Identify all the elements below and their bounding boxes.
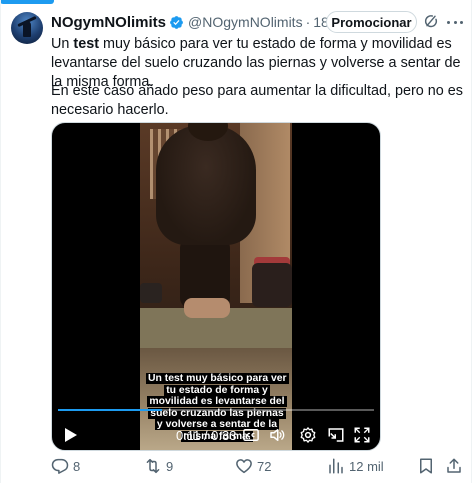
avatar[interactable]	[11, 12, 43, 44]
left-border	[0, 0, 1, 483]
captions-icon[interactable]	[242, 426, 260, 444]
like-action[interactable]: 72	[235, 456, 271, 476]
video-progress-bar[interactable]	[58, 409, 374, 411]
views-count: 12 mil	[349, 458, 384, 474]
pip-icon[interactable]	[327, 426, 345, 444]
video-person-feet	[184, 298, 230, 318]
bookmark-icon	[420, 458, 432, 474]
repost-icon	[146, 458, 160, 474]
reply-icon	[51, 458, 69, 474]
verified-badge-icon[interactable]	[169, 15, 184, 30]
video-dumbbell	[140, 283, 162, 303]
bookmark-action[interactable]	[417, 456, 439, 476]
views-chart-icon	[329, 458, 343, 474]
display-name[interactable]: NOgymNOlimits	[51, 14, 166, 31]
share-icon	[447, 458, 461, 473]
video-time: 0:11 / 0:33	[176, 428, 237, 443]
more-dot	[460, 20, 463, 24]
repost-action[interactable]: 9	[144, 456, 173, 476]
share-action[interactable]	[445, 456, 467, 476]
repost-count: 9	[166, 458, 174, 474]
tweet-actions: 8 9 72 12 mil	[51, 456, 463, 476]
volume-icon[interactable]	[268, 426, 286, 444]
tweet-header: NOgymNOlimits @NOgymNOlimits · 18 ene.	[51, 12, 360, 32]
separator-dot: ·	[305, 14, 311, 30]
tweet-text-part: Un	[51, 36, 74, 52]
active-tab-indicator	[0, 0, 54, 4]
video-player[interactable]: Un test muy básico para ver tu estado de…	[51, 122, 381, 451]
more-options-icon[interactable]	[446, 13, 464, 31]
video-person-torso	[156, 125, 256, 245]
video-progress-fill	[58, 409, 163, 411]
play-icon[interactable]	[64, 427, 78, 443]
grok-icon[interactable]	[423, 13, 439, 29]
tweet-text-paragraph-2: En este caso añado peso para aumentar la…	[51, 83, 464, 118]
reply-action[interactable]: 8	[51, 456, 80, 476]
author-handle[interactable]: @NOgymNOlimits	[188, 14, 303, 30]
video-bag	[252, 263, 292, 307]
fullscreen-icon[interactable]	[353, 426, 371, 444]
tweet-text-bold: test	[73, 36, 99, 52]
more-dot	[447, 20, 450, 24]
top-strip	[0, 0, 472, 6]
settings-icon[interactable]	[299, 426, 317, 444]
like-count: 72	[257, 458, 272, 474]
heart-icon	[236, 459, 252, 474]
reply-count: 8	[73, 458, 81, 474]
views-action[interactable]: 12 mil	[327, 456, 384, 476]
more-dot	[453, 20, 457, 24]
avatar-figure	[23, 21, 31, 37]
promote-button[interactable]: Promocionar	[326, 11, 417, 33]
